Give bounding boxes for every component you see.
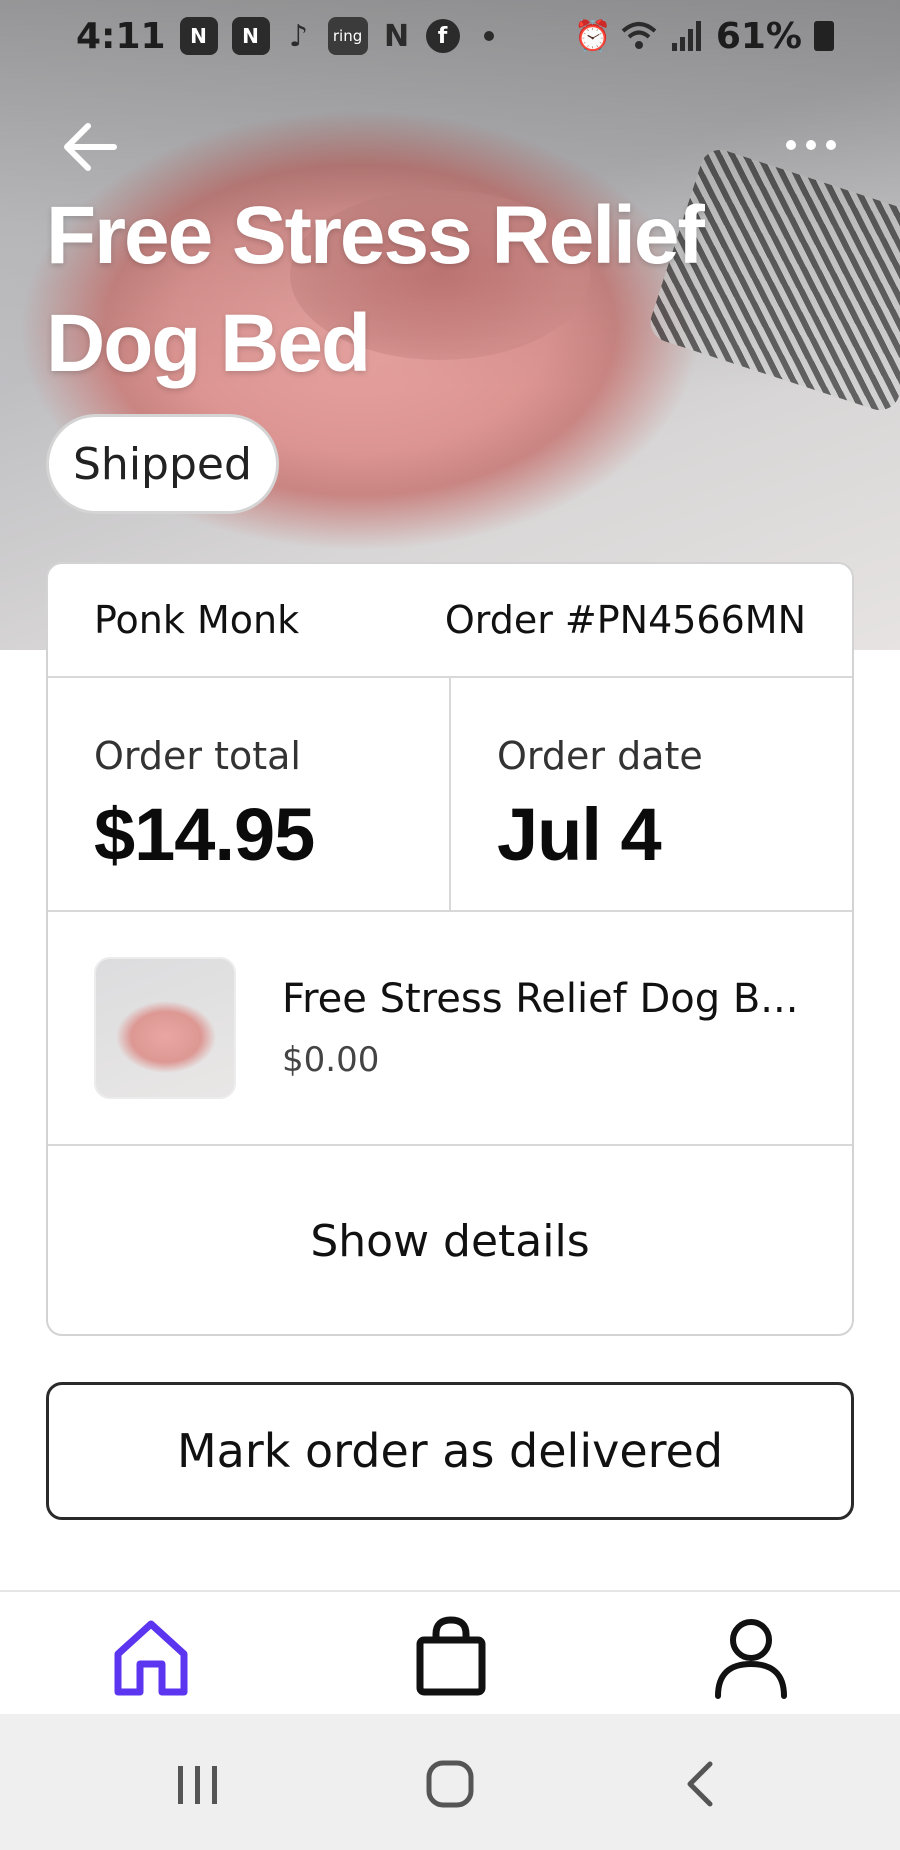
order-date-value: Jul 4 <box>497 793 662 876</box>
order-item-row[interactable]: Free Stress Relief Dog B... $0.00 <box>48 912 852 1146</box>
tiktok-icon: ♪ <box>288 18 309 54</box>
order-card: Ponk Monk Order #PN4566MN Order total $1… <box>46 562 854 1336</box>
system-home-button[interactable] <box>420 1754 480 1814</box>
app-n2-icon: N <box>231 17 270 55</box>
shopping-bag-icon <box>416 1616 486 1696</box>
wifi-icon <box>621 22 657 49</box>
recent-apps-button[interactable] <box>168 1754 228 1814</box>
back-button[interactable] <box>56 112 126 182</box>
order-header-row: Ponk Monk Order #PN4566MN <box>48 564 852 678</box>
item-name[interactable]: Free Stress Relief Dog B... <box>282 976 798 1022</box>
more-options-button[interactable] <box>776 125 846 165</box>
order-total-value: $14.95 <box>94 793 315 876</box>
system-back-icon <box>687 1761 713 1807</box>
item-price: $0.00 <box>282 1040 380 1080</box>
battery-percent: 61% <box>715 15 802 57</box>
item-thumbnail[interactable] <box>94 957 236 1099</box>
alarm-icon: ⏰ <box>574 18 612 54</box>
facebook-icon: f <box>425 19 460 53</box>
ring-icon: ring <box>327 17 368 55</box>
product-title: Free Stress Relief Dog Bed <box>46 190 705 389</box>
order-metrics-row: Order total $14.95 Order date Jul 4 <box>48 678 852 912</box>
system-nav-bar <box>0 1714 900 1850</box>
status-badge: Shipped <box>46 414 279 514</box>
order-number: Order #PN4566MN <box>444 598 806 642</box>
status-time: 4:11 <box>76 15 166 57</box>
bottom-nav <box>0 1592 900 1714</box>
show-details-button[interactable]: Show details <box>48 1146 852 1334</box>
system-back-button[interactable] <box>672 1754 732 1814</box>
nav-shop[interactable] <box>406 1612 496 1702</box>
mark-delivered-button[interactable]: Mark order as delivered <box>46 1382 854 1520</box>
app-n-icon: N <box>179 17 218 55</box>
battery-icon <box>814 21 834 51</box>
profile-icon <box>715 1619 787 1699</box>
order-total-label: Order total <box>94 734 301 778</box>
nfc-icon: Ν <box>383 18 410 54</box>
home-icon <box>114 1620 188 1696</box>
notification-dot-icon <box>483 31 494 41</box>
system-home-icon <box>426 1760 474 1808</box>
arrow-left-icon <box>64 123 117 171</box>
status-bar: 4:11 N N ♪ ring Ν f ⏰ 61% <box>0 0 900 72</box>
nav-profile[interactable] <box>706 1612 796 1702</box>
order-date: Order date Jul 4 <box>449 678 852 910</box>
recent-apps-icon <box>178 1766 217 1804</box>
signal-icon <box>671 21 701 51</box>
nav-home[interactable] <box>106 1612 196 1702</box>
more-dots-icon <box>786 140 796 150</box>
order-date-label: Order date <box>497 734 703 778</box>
store-name[interactable]: Ponk Monk <box>94 598 299 642</box>
order-total: Order total $14.95 <box>48 678 449 910</box>
